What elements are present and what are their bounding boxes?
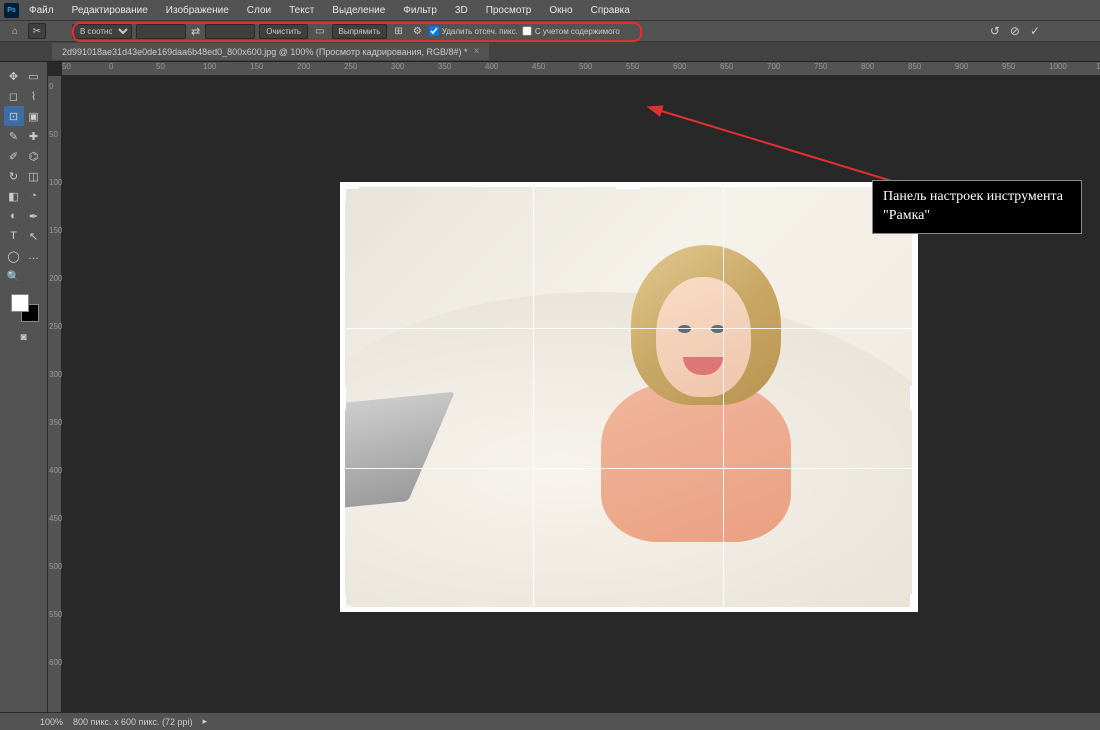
menu-view[interactable]: Просмотр — [478, 3, 540, 18]
commit-crop-icon[interactable]: ✓ — [1030, 24, 1040, 38]
hand-tool-icon[interactable]: … — [24, 246, 44, 266]
crop-handle-tm[interactable] — [616, 184, 640, 189]
eraser-tool-icon[interactable]: ◫ — [24, 166, 44, 186]
crop-tool-active-icon[interactable]: ⊡ — [4, 106, 24, 126]
cancel-crop-icon[interactable]: ⊘ — [1010, 24, 1020, 38]
color-swatches[interactable] — [9, 292, 39, 322]
menu-image[interactable]: Изображение — [158, 3, 237, 18]
brush-tool-icon[interactable]: ✐ — [4, 146, 24, 166]
menu-help[interactable]: Справка — [583, 3, 638, 18]
document-tab-title: 2d991018ae31d43e0de169daa6b48ed0_800x600… — [62, 47, 467, 57]
document-tab[interactable]: 2d991018ae31d43e0de169daa6b48ed0_800x600… — [52, 43, 489, 60]
type-tool-icon[interactable]: T — [4, 226, 24, 246]
annotation-callout: Панель настроек инструмента "Рамка" — [872, 180, 1082, 234]
quick-mask-icon[interactable]: ◙ — [20, 332, 26, 343]
menu-3d[interactable]: 3D — [447, 3, 476, 18]
stamp-tool-icon[interactable]: ⌬ — [24, 146, 44, 166]
crop-height-input[interactable] — [205, 24, 255, 39]
home-icon[interactable]: ⌂ — [6, 23, 24, 39]
path-select-icon[interactable]: ↖ — [24, 226, 44, 246]
menu-layers[interactable]: Слои — [239, 3, 279, 18]
edit-toolbar-icon[interactable] — [24, 266, 44, 286]
pen-tool-icon[interactable]: ✒ — [24, 206, 44, 226]
move-tool-icon[interactable]: ✥ — [4, 66, 24, 86]
delete-pixels-check[interactable]: Удалить отсеч. пикс. — [429, 26, 518, 36]
crop-handle-rm[interactable] — [910, 386, 915, 410]
crop-handle-br[interactable] — [897, 607, 915, 612]
crop-handle-bm[interactable] — [616, 607, 640, 612]
canvas-area[interactable]: 5005010015020025030035040045050055060065… — [48, 62, 1100, 712]
zoom-level[interactable]: 100% — [40, 717, 63, 727]
crop-handle-tl[interactable] — [341, 184, 359, 189]
clear-button[interactable]: Очистить — [259, 24, 308, 39]
history-brush-icon[interactable]: ↻ — [4, 166, 24, 186]
menu-text[interactable]: Текст — [281, 3, 322, 18]
app-logo-icon: Ps — [4, 3, 19, 18]
menu-select[interactable]: Выделение — [324, 3, 393, 18]
crop-options-gear-icon[interactable]: ⚙ — [410, 26, 425, 37]
crop-tool-icon[interactable]: ✂ — [28, 23, 46, 39]
eyedropper-tool-icon[interactable]: ✎ — [4, 126, 24, 146]
gradient-tool-icon[interactable]: ◧ — [4, 186, 24, 206]
menu-edit[interactable]: Редактирование — [64, 3, 156, 18]
menu-bar: Ps Файл Редактирование Изображение Слои … — [0, 0, 1100, 20]
dodge-tool-icon[interactable]: ◐ — [4, 206, 24, 226]
zoom-tool-icon[interactable]: 🔍 — [4, 266, 24, 286]
menu-file[interactable]: Файл — [21, 3, 62, 18]
straighten-icon[interactable]: ▭ — [312, 26, 327, 37]
swap-dimensions-icon[interactable]: ⇄ — [190, 25, 201, 38]
shape-tool-icon[interactable]: ◯ — [4, 246, 24, 266]
menu-filter[interactable]: Фильтр — [395, 3, 445, 18]
crop-handle-lm[interactable] — [341, 386, 346, 410]
foreground-color-swatch[interactable] — [11, 294, 29, 312]
doc-info: 800 пикс. x 600 пикс. (72 ppi) — [73, 717, 192, 727]
blur-tool-icon[interactable]: ◔ — [24, 186, 44, 206]
options-bar: ⌂ ✂ В соотнош… ⇄ Очистить ▭ Выпрямить ⊞ … — [0, 20, 1100, 42]
crop-overlay[interactable] — [343, 186, 913, 610]
aspect-ratio-select[interactable]: В соотнош… — [72, 24, 132, 39]
artboard-tool-icon[interactable]: ▭ — [24, 66, 44, 86]
toolbox: ✥▭ ◻⌇ ⊡▣ ✎✚ ✐⌬ ↻◫ ◧◔ ◐✒ T↖ ◯… 🔍 ◙ — [0, 62, 48, 712]
crop-width-input[interactable] — [136, 24, 186, 39]
menu-window[interactable]: Окно — [541, 3, 580, 18]
doc-info-chevron-icon[interactable]: ▸ — [202, 716, 207, 727]
vertical-ruler: 050100150200250300350400450500550600 — [48, 76, 62, 712]
reset-crop-icon[interactable]: ↺ — [990, 24, 1000, 38]
overlay-grid-icon[interactable]: ⊞ — [391, 26, 405, 37]
frame-tool-icon[interactable]: ▣ — [24, 106, 44, 126]
content-aware-check[interactable]: С учетом содержимого — [522, 26, 620, 36]
close-tab-icon[interactable]: × — [473, 46, 479, 57]
crop-handle-bl[interactable] — [341, 607, 359, 612]
annotation-text: Панель настроек инструмента "Рамка" — [883, 189, 1063, 223]
straighten-button[interactable]: Выпрямить — [332, 24, 388, 39]
horizontal-ruler: 5005010015020025030035040045050055060065… — [62, 62, 1100, 76]
lasso-tool-icon[interactable]: ⌇ — [24, 86, 44, 106]
document-tab-bar: 2d991018ae31d43e0de169daa6b48ed0_800x600… — [0, 42, 1100, 62]
marquee-tool-icon[interactable]: ◻ — [4, 86, 24, 106]
status-bar: 100% 800 пикс. x 600 пикс. (72 ppi) ▸ — [0, 712, 1100, 730]
healing-tool-icon[interactable]: ✚ — [24, 126, 44, 146]
